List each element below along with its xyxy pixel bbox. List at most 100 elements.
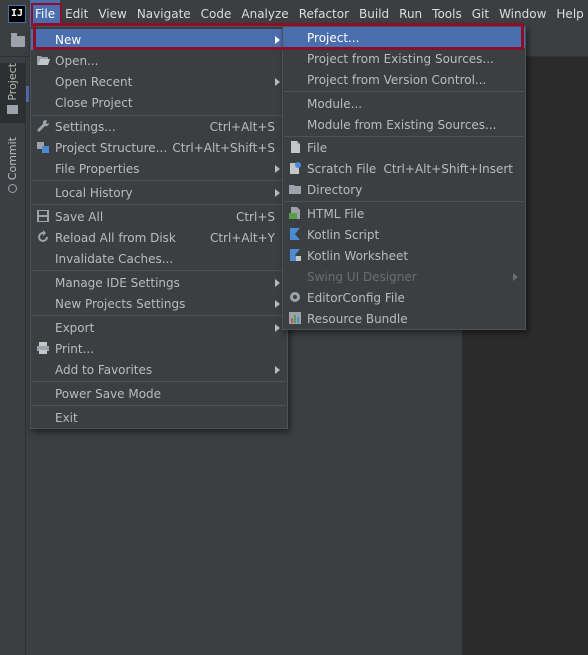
new-module-from-existing[interactable]: Module from Existing Sources... — [283, 114, 525, 135]
new-editorconfig-file[interactable]: EditorConfig File — [283, 287, 525, 308]
project-existing-label: Project from Existing Sources... — [307, 51, 494, 66]
file-menu-project-structure[interactable]: Project Structure... Ctrl+Alt+Shift+S — [31, 137, 287, 158]
menu-build[interactable]: Build — [354, 0, 394, 28]
reload-label: Reload All from Disk — [55, 230, 176, 245]
new-kotlin-script[interactable]: Kotlin Script — [283, 224, 525, 245]
file-menu-power-save[interactable]: Power Save Mode — [31, 383, 287, 404]
new-module[interactable]: Module... — [283, 93, 525, 114]
new-project[interactable]: Project... — [283, 27, 525, 48]
scratch-file-icon — [290, 162, 301, 174]
file-menu-new[interactable]: New — [31, 29, 287, 50]
menu-tools[interactable]: Tools — [427, 0, 467, 28]
folder-icon — [7, 104, 18, 114]
file-menu-save-all[interactable]: Save All Ctrl+S — [31, 206, 287, 227]
file-menu: New Open... Open Recent Close Project Se… — [30, 26, 288, 429]
new-project-from-vcs[interactable]: Project from Version Control... — [283, 69, 525, 90]
export-label: Export — [55, 320, 95, 335]
gear-icon — [290, 292, 300, 302]
submenu-arrow-icon — [275, 165, 280, 173]
html-file-icon — [289, 207, 300, 219]
menu-edit[interactable]: Edit — [60, 0, 93, 28]
reload-shortcut: Ctrl+Alt+Y — [209, 230, 275, 245]
file-menu-open-recent[interactable]: Open Recent — [31, 71, 287, 92]
kotlin-script-icon — [290, 228, 300, 240]
commit-tool-tab[interactable]: Commit — [0, 137, 25, 199]
close-project-label: Close Project — [55, 95, 133, 110]
file-menu-invalidate-caches[interactable]: Invalidate Caches... — [31, 248, 287, 269]
menu-bar: IJ File Edit View Navigate Code Analyze … — [0, 0, 588, 28]
file-menu-exit[interactable]: Exit — [31, 407, 287, 428]
separator — [32, 270, 286, 271]
file-menu-print[interactable]: Print... — [31, 338, 287, 359]
save-all-label: Save All — [55, 209, 104, 224]
submenu-arrow-icon — [275, 36, 280, 44]
exit-label: Exit — [55, 410, 78, 425]
separator — [32, 381, 286, 382]
kotlin-worksheet-icon — [290, 249, 301, 261]
wrench-icon — [37, 119, 50, 132]
project-label: Project... — [307, 30, 360, 45]
menu-help[interactable]: Help — [551, 0, 588, 28]
project-structure-label: Project Structure... — [55, 140, 168, 155]
save-icon — [37, 210, 49, 222]
file-label: File — [307, 140, 328, 155]
printer-icon — [37, 342, 49, 354]
submenu-arrow-icon — [275, 78, 280, 86]
menu-navigate[interactable]: Navigate — [132, 0, 196, 28]
open-folder-icon — [37, 56, 50, 65]
module-existing-label: Module from Existing Sources... — [307, 117, 497, 132]
file-menu-settings[interactable]: Settings... Ctrl+Alt+S — [31, 116, 287, 137]
file-menu-local-history[interactable]: Local History — [31, 182, 287, 203]
intellij-logo-icon: IJ — [8, 5, 26, 23]
menu-items: File Edit View Navigate Code Analyze Ref… — [30, 0, 588, 28]
project-folder-icon[interactable] — [11, 33, 25, 47]
submenu-arrow-icon — [275, 279, 280, 287]
new-file[interactable]: File — [283, 137, 525, 158]
file-menu-new-projects-settings[interactable]: New Projects Settings — [31, 293, 287, 314]
separator — [32, 405, 286, 406]
menu-refactor[interactable]: Refactor — [294, 0, 354, 28]
submenu-arrow-icon — [275, 189, 280, 197]
file-menu-file-properties[interactable]: File Properties — [31, 158, 287, 179]
manage-ide-label: Manage IDE Settings — [55, 275, 180, 290]
resource-bundle-label: Resource Bundle — [307, 311, 408, 326]
new-resource-bundle[interactable]: Resource Bundle — [283, 308, 525, 329]
submenu-arrow-icon — [275, 300, 280, 308]
menu-git[interactable]: Git — [467, 0, 494, 28]
new-directory[interactable]: Directory — [283, 179, 525, 200]
menu-analyze[interactable]: Analyze — [236, 0, 293, 28]
file-menu-open[interactable]: Open... — [31, 50, 287, 71]
file-menu-export[interactable]: Export — [31, 317, 287, 338]
menu-run[interactable]: Run — [394, 0, 427, 28]
file-menu-close-project[interactable]: Close Project — [31, 92, 287, 113]
file-properties-label: File Properties — [55, 161, 140, 176]
add-favorites-label: Add to Favorites — [55, 362, 153, 377]
new-submenu: Project... Project from Existing Sources… — [282, 26, 526, 330]
file-menu-reload[interactable]: Reload All from Disk Ctrl+Alt+Y — [31, 227, 287, 248]
file-icon — [291, 141, 300, 153]
project-tool-tab[interactable]: Project — [0, 63, 25, 123]
menu-file[interactable]: File — [30, 0, 61, 28]
directory-label: Directory — [307, 182, 363, 197]
new-scratch-file[interactable]: Scratch File Ctrl+Alt+Shift+Insert — [283, 158, 525, 179]
new-kotlin-worksheet[interactable]: Kotlin Worksheet — [283, 245, 525, 266]
left-tool-strip: Project Commit — [0, 57, 26, 655]
save-all-shortcut: Ctrl+S — [235, 209, 275, 224]
menu-view[interactable]: View — [93, 0, 131, 28]
new-html-file[interactable]: HTML File — [283, 203, 525, 224]
new-project-from-existing[interactable]: Project from Existing Sources... — [283, 48, 525, 69]
local-history-label: Local History — [55, 185, 133, 200]
menu-window[interactable]: Window — [494, 0, 551, 28]
project-structure-shortcut: Ctrl+Alt+Shift+S — [172, 140, 275, 155]
new-label: New — [55, 32, 82, 47]
scratch-shortcut: Ctrl+Alt+Shift+Insert — [383, 161, 513, 176]
resource-bundle-icon — [289, 312, 301, 324]
menu-code[interactable]: Code — [196, 0, 237, 28]
power-save-label: Power Save Mode — [55, 386, 162, 401]
file-menu-manage-ide-settings[interactable]: Manage IDE Settings — [31, 272, 287, 293]
new-swing-ui-designer: Swing UI Designer — [283, 266, 525, 287]
open-label: Open... — [55, 53, 99, 68]
file-menu-add-to-favorites[interactable]: Add to Favorites — [31, 359, 287, 380]
separator — [284, 91, 524, 92]
kotlin-worksheet-label: Kotlin Worksheet — [307, 248, 409, 263]
